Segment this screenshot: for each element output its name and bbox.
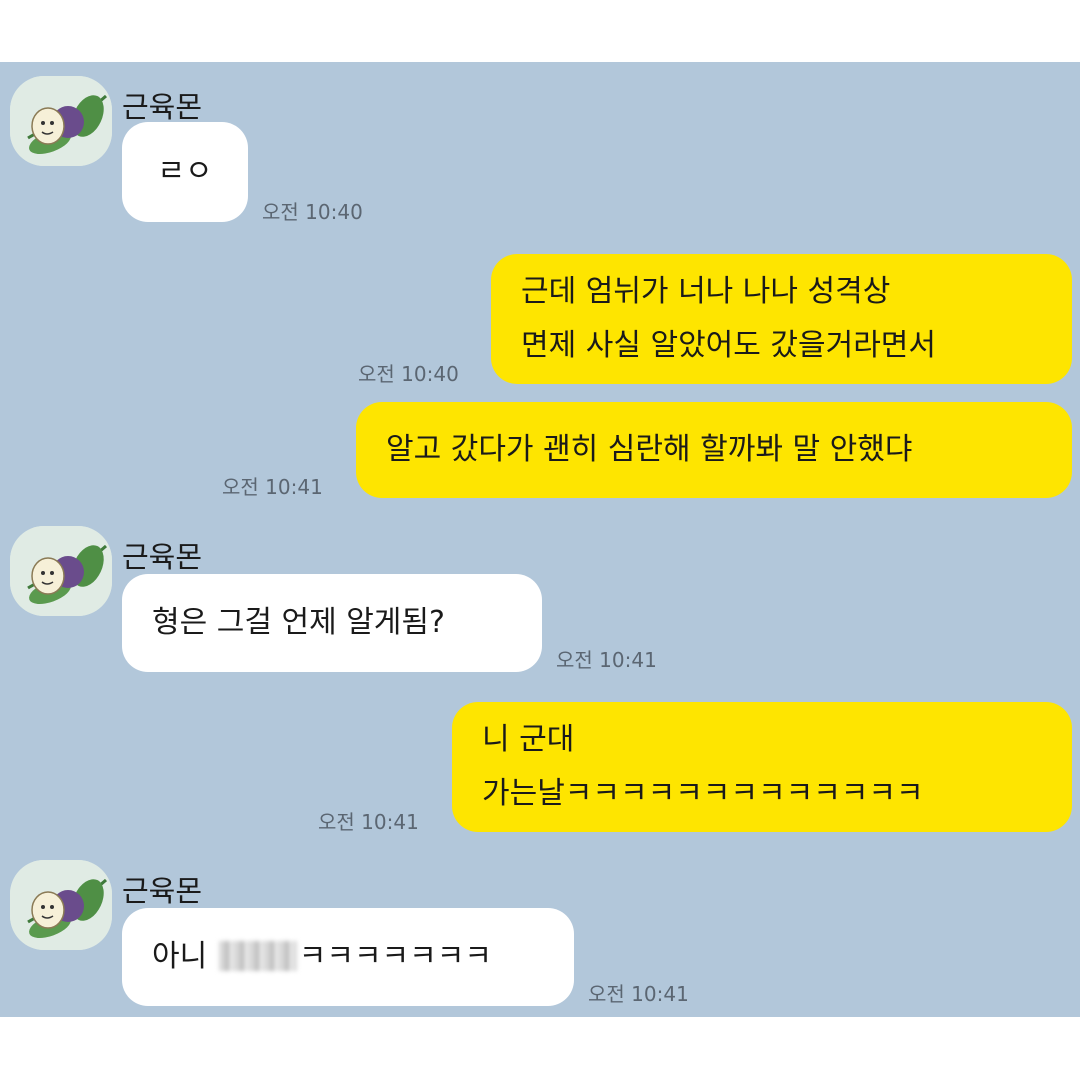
message-text: 알고 갔다가 괜히 심란해 할까봐 말 안했댜 [386,432,913,467]
message-text: 아니 [152,939,208,974]
message-bubble-outgoing[interactable]: 알고 갔다가 괜히 심란해 할까봐 말 안했댜 [356,402,1072,498]
message-time: 오전 10:40 [358,362,459,386]
redacted-blur [218,940,297,971]
message-bubble-incoming[interactable]: 아니 ㅋㅋㅋㅋㅋㅋㅋ [122,908,574,1006]
chat-area: 근육몬 ㄹㅇ 오전 10:40 근데 엄뉘가 너나 나나 성격상 면제 사실 알… [0,62,1080,1017]
snail-avatar-icon [10,76,112,166]
message-text: 형은 그걸 언제 알게됨? [152,605,445,640]
message-time: 오전 10:40 [262,200,363,224]
message-time: 오전 10:41 [318,810,419,834]
message-time: 오전 10:41 [222,475,323,499]
message-bubble-outgoing[interactable]: 근데 엄뉘가 너나 나나 성격상 면제 사실 알았어도 갔을거라면서 [491,254,1072,384]
message-text: ㄹㅇ [157,154,213,189]
snail-avatar-icon [10,526,112,616]
message-text: 근데 엄뉘가 너나 나나 성격상 [521,274,891,309]
message-time: 오전 10:41 [588,982,689,1006]
sender-name: 근육몬 [122,874,203,908]
message-text: 가는날ㅋㅋㅋㅋㅋㅋㅋㅋㅋㅋㅋㅋㅋ [482,776,924,811]
message-text: ㅋㅋㅋㅋㅋㅋㅋ [298,939,492,974]
snail-avatar-icon [10,860,112,950]
avatar[interactable] [10,76,112,166]
message-text: 면제 사실 알았어도 갔을거라면서 [521,328,937,363]
avatar[interactable] [10,526,112,616]
message-time: 오전 10:41 [556,648,657,672]
message-bubble-outgoing[interactable]: 니 군대 가는날ㅋㅋㅋㅋㅋㅋㅋㅋㅋㅋㅋㅋㅋ [452,702,1072,832]
avatar[interactable] [10,860,112,950]
sender-name: 근육몬 [122,540,203,574]
sender-name: 근육몬 [122,90,203,124]
message-bubble-incoming[interactable]: ㄹㅇ [122,122,248,222]
message-bubble-incoming[interactable]: 형은 그걸 언제 알게됨? [122,574,542,672]
message-text: 니 군대 [482,722,575,757]
